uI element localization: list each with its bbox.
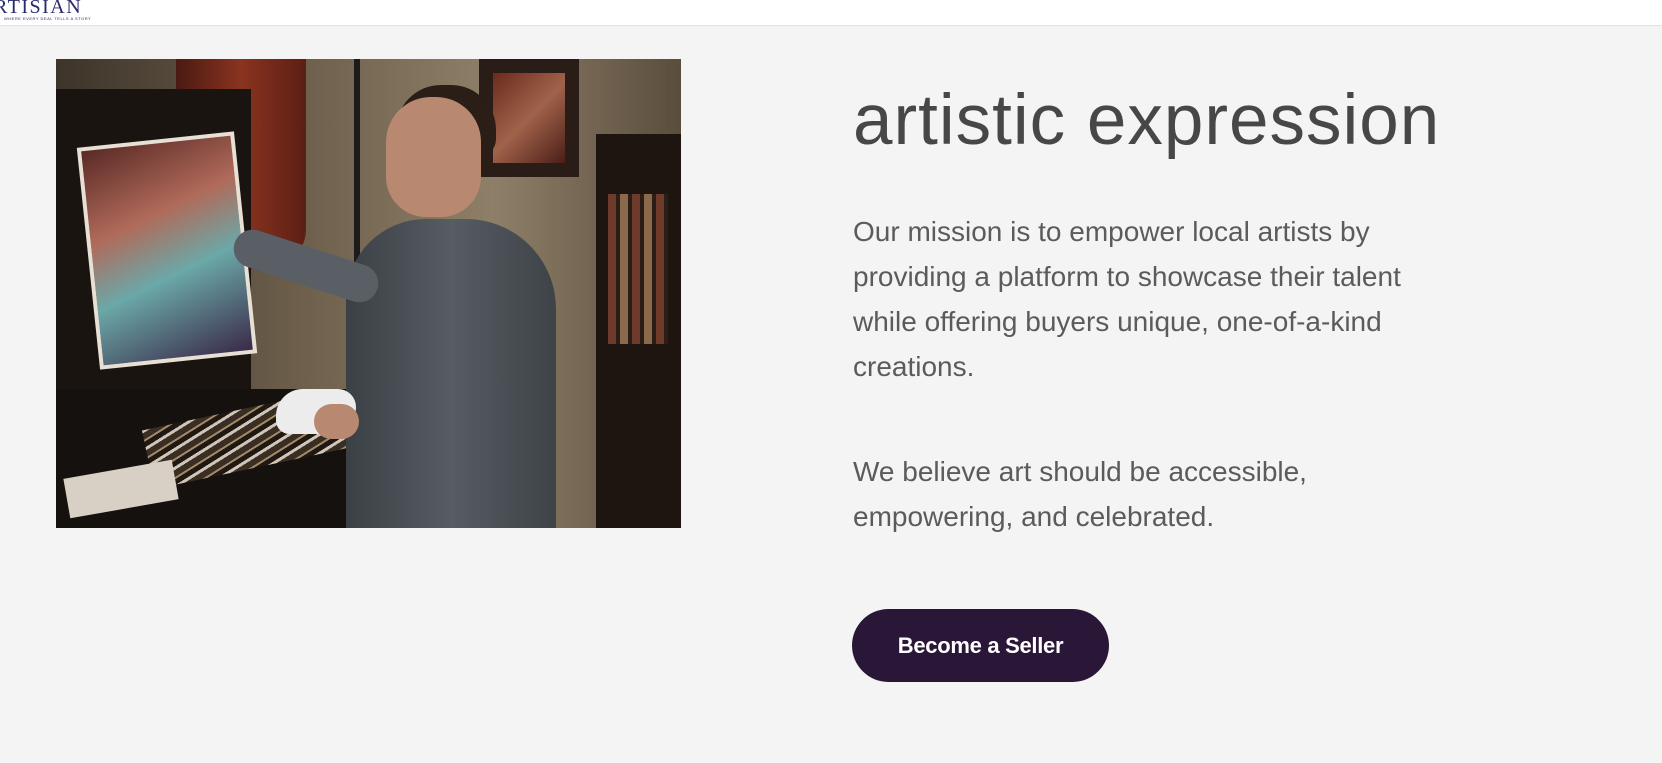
artist-painting-photo	[56, 59, 681, 528]
site-header: RTISIAN WHERE EVERY DEAL TELLS A STORY	[0, 0, 1662, 26]
belief-paragraph: We believe art should be accessible, emp…	[853, 456, 1307, 532]
about-page: RTISIAN WHERE EVERY DEAL TELLS A STORY a…	[0, 0, 1662, 763]
brand-logo[interactable]: RTISIAN	[0, 0, 82, 17]
mission-paragraph: Our mission is to empower local artists …	[853, 216, 1401, 382]
brand-tagline: WHERE EVERY DEAL TELLS A STORY	[4, 16, 92, 21]
section-heading: artistic expression	[853, 81, 1441, 160]
become-seller-button[interactable]: Become a Seller	[852, 609, 1109, 682]
